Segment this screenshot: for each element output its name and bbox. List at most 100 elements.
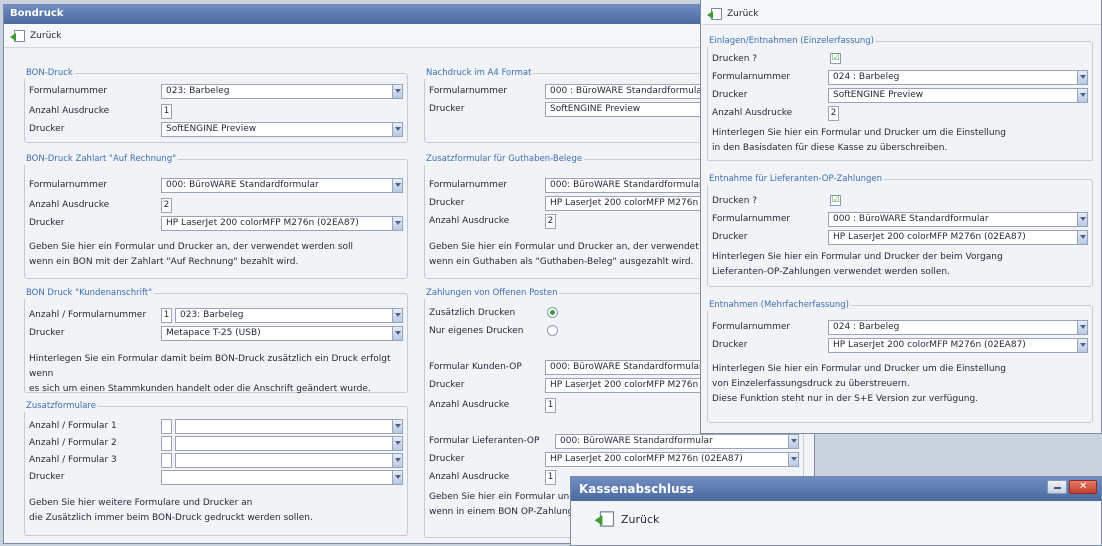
close-icon[interactable] bbox=[1069, 480, 1097, 494]
form-select[interactable]: 000: BüroWARE Standardformular bbox=[555, 434, 799, 449]
dropdown-icon[interactable] bbox=[392, 471, 402, 484]
printer-select[interactable]: HP LaserJet 200 colorMFP M276n (02EA87) bbox=[545, 452, 799, 467]
dropdown-icon[interactable] bbox=[392, 123, 402, 136]
count-input[interactable] bbox=[161, 436, 172, 451]
printer-select[interactable]: HP LaserJet 200 colorMFP M276n (02EA87) bbox=[828, 230, 1088, 245]
group-title: Einlagen/Entnahmen (Einzelerfassung) bbox=[707, 36, 876, 47]
back-arrow-icon[interactable] bbox=[10, 29, 26, 42]
toolbar: Zurück bbox=[4, 24, 814, 48]
minimize-icon[interactable] bbox=[1047, 480, 1067, 494]
printer-select[interactable]: HP LaserJet 200 colorMFP M276n (02EA87) bbox=[161, 216, 403, 231]
dropdown-icon[interactable] bbox=[1077, 321, 1087, 334]
dropdown-icon[interactable] bbox=[1077, 231, 1087, 244]
count-input[interactable]: 1 bbox=[161, 308, 172, 323]
dropdown-icon[interactable] bbox=[788, 435, 798, 448]
label: Formularnummer bbox=[429, 180, 508, 190]
count-input[interactable] bbox=[161, 453, 172, 468]
dropdown-icon[interactable] bbox=[788, 453, 798, 466]
form-select[interactable]: 024 : Barbeleg bbox=[828, 320, 1088, 335]
form-select[interactable] bbox=[175, 453, 403, 468]
group-title: BON-Druck bbox=[24, 68, 75, 79]
printer-select[interactable]: SoftENGINE Preview bbox=[161, 122, 403, 137]
form-select[interactable] bbox=[175, 436, 403, 451]
dropdown-icon[interactable] bbox=[1077, 89, 1087, 102]
label: Anzahl Ausdrucke bbox=[712, 108, 793, 118]
count-input[interactable]: 2 bbox=[828, 106, 839, 121]
group-title: Entnahme für Lieferanten-OP-Zahlungen bbox=[707, 174, 885, 185]
label: Drucker bbox=[29, 328, 65, 338]
einlagen-window: Zurück Einlagen/Entnahmen (Einzelerfassu… bbox=[700, 0, 1102, 434]
count-input[interactable]: 1 bbox=[545, 470, 556, 485]
back-arrow-icon[interactable] bbox=[594, 511, 616, 527]
label: Drucken ? bbox=[712, 54, 758, 64]
dropdown-icon[interactable] bbox=[1077, 213, 1087, 226]
count-input[interactable]: 1 bbox=[161, 104, 172, 119]
description: Hinterlegen Sie hier ein Formular und Dr… bbox=[712, 252, 1003, 277]
group-lieferanten-op: Entnahme für Lieferanten-OP-Zahlungen Dr… bbox=[707, 174, 1093, 287]
label: Drucker bbox=[429, 380, 465, 390]
label: Anzahl Ausdrucke bbox=[429, 472, 510, 482]
label: Anzahl Ausdrucke bbox=[429, 400, 510, 410]
count-input[interactable] bbox=[161, 419, 172, 434]
label: Formularnummer bbox=[712, 72, 791, 82]
printer-select[interactable]: HP LaserJet 200 colorMFP M276n (02EA87) bbox=[828, 338, 1088, 353]
label: Drucker bbox=[429, 454, 465, 464]
dropdown-icon[interactable] bbox=[392, 85, 402, 98]
description: Hinterlegen Sie hier ein Formular und Dr… bbox=[712, 364, 1007, 404]
printer-select[interactable]: Metapace T-25 (USB) bbox=[161, 326, 403, 341]
label: Drucker bbox=[712, 340, 748, 350]
count-input[interactable]: 1 bbox=[545, 398, 556, 413]
group-title: BON-Druck Zahlart "Auf Rechnung" bbox=[24, 154, 179, 165]
description: Geben Sie hier weitere Formulare und Dru… bbox=[29, 498, 313, 523]
back-button[interactable]: Zurück bbox=[727, 9, 758, 19]
back-button[interactable]: Zurück bbox=[30, 31, 61, 41]
label: Anzahl / Formular 2 bbox=[29, 438, 117, 448]
label: Formularnummer bbox=[29, 86, 108, 96]
description: Hinterlegen Sie hier ein Formular und Dr… bbox=[712, 128, 1007, 153]
group-title: BON Druck "Kundenanschrift" bbox=[24, 288, 155, 299]
description: Hinterlegen Sie ein Formular damit beim … bbox=[29, 354, 391, 394]
group-kundenanschrift: BON Druck "Kundenanschrift" Anzahl / For… bbox=[24, 288, 408, 394]
count-input[interactable]: 2 bbox=[545, 214, 556, 229]
group-zusatzformulare: Zusatzformulare Anzahl / Formular 1 Anza… bbox=[24, 401, 408, 536]
dropdown-icon[interactable] bbox=[392, 309, 402, 322]
form-select[interactable]: 023: Barbeleg bbox=[161, 84, 403, 99]
count-input[interactable]: 2 bbox=[161, 198, 172, 213]
window-title: Bondruck bbox=[4, 5, 814, 24]
printer-select[interactable]: SoftENGINE Preview bbox=[828, 88, 1088, 103]
label: Drucker bbox=[29, 218, 65, 228]
label: Formular Lieferanten-OP bbox=[429, 436, 540, 446]
dropdown-icon[interactable] bbox=[392, 437, 402, 450]
group-einzelerfassung: Einlagen/Entnahmen (Einzelerfassung) Dru… bbox=[707, 36, 1093, 161]
label: Drucker bbox=[712, 90, 748, 100]
label: Drucken ? bbox=[712, 196, 758, 206]
group-title: Nachdruck im A4 Format bbox=[424, 68, 534, 79]
group-title: Zusatzformular für Guthaben-Belege bbox=[424, 154, 585, 165]
print-checkbox[interactable]: ☑ bbox=[830, 53, 841, 64]
dropdown-icon[interactable] bbox=[1077, 71, 1087, 84]
label: Formularnummer bbox=[29, 180, 108, 190]
printer-select[interactable] bbox=[161, 470, 403, 485]
back-arrow-icon[interactable] bbox=[707, 7, 723, 20]
label: Nur eigenes Drucken bbox=[429, 326, 524, 336]
radio-zusaetzlich[interactable] bbox=[547, 307, 558, 318]
radio-nur-eigenes[interactable] bbox=[547, 325, 558, 336]
window-title: Kassenabschluss bbox=[571, 477, 1101, 501]
form-select[interactable]: 000: BüroWARE Standardformular bbox=[161, 178, 403, 193]
dropdown-icon[interactable] bbox=[392, 454, 402, 467]
form-select[interactable]: 023: Barbeleg bbox=[175, 308, 403, 323]
dropdown-icon[interactable] bbox=[392, 217, 402, 230]
dropdown-icon[interactable] bbox=[1077, 339, 1087, 352]
dropdown-icon[interactable] bbox=[392, 420, 402, 433]
dropdown-icon[interactable] bbox=[392, 327, 402, 340]
label: Formularnummer bbox=[712, 214, 791, 224]
print-checkbox[interactable]: ☑ bbox=[830, 195, 841, 206]
dropdown-icon[interactable] bbox=[392, 179, 402, 192]
form-select[interactable]: 024 : Barbeleg bbox=[828, 70, 1088, 85]
toolbar: Zurück bbox=[701, 0, 1101, 25]
form-select[interactable]: 000 : BüroWARE Standardformular bbox=[828, 212, 1088, 227]
form-select[interactable] bbox=[175, 419, 403, 434]
label: Drucker bbox=[29, 124, 65, 134]
kassenabschluss-window: Kassenabschluss Zurück bbox=[570, 476, 1102, 546]
back-button[interactable]: Zurück bbox=[621, 513, 659, 526]
